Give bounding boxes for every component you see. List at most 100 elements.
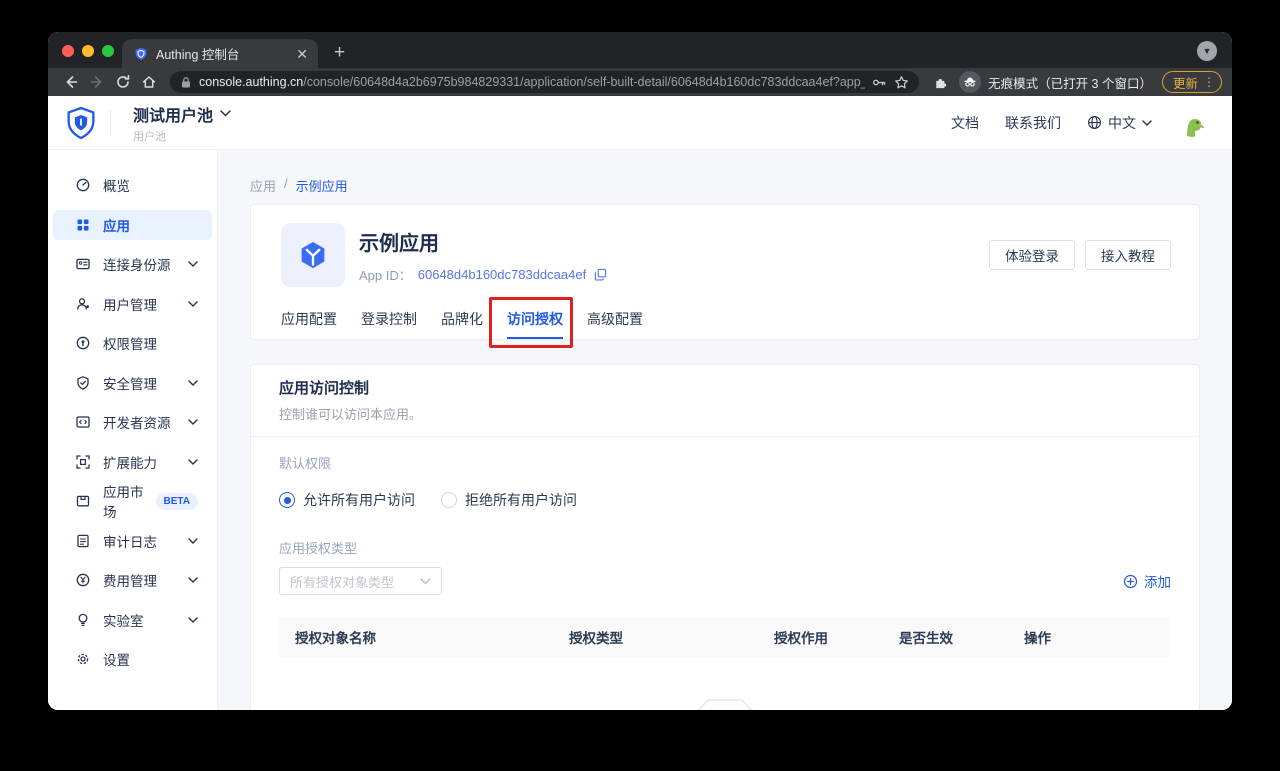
radio-selected-icon xyxy=(279,492,295,508)
integration-tutorial-button[interactable]: 接入教程 xyxy=(1085,240,1171,270)
tab-access-authorization[interactable]: 访问授权 xyxy=(507,299,563,339)
sidebar-item-label: 费用管理 xyxy=(103,570,157,590)
sidebar-item-settings[interactable]: 设置 xyxy=(53,644,212,674)
extensions-icon[interactable] xyxy=(927,70,953,94)
sidebar-item-permissions[interactable]: 权限管理 xyxy=(53,328,212,358)
copy-icon[interactable] xyxy=(594,268,607,281)
auth-type-label: 应用授权类型 xyxy=(279,538,1171,557)
url-text: console.authing.cn/console/60648d4a2b697… xyxy=(199,75,865,89)
bookmark-star-icon[interactable] xyxy=(894,75,909,90)
section-subtitle: 控制谁可以访问本应用。 xyxy=(279,406,1171,424)
back-icon[interactable] xyxy=(58,70,84,94)
sidebar-item-label: 用户管理 xyxy=(103,294,157,314)
reload-icon[interactable] xyxy=(110,70,136,94)
sidebar-item-overview[interactable]: 概览 xyxy=(53,170,212,200)
sidebar-item-extensions[interactable]: 扩展能力 xyxy=(53,447,212,477)
chevron-down-icon xyxy=(188,380,198,386)
sidebar-item-label: 连接身份源 xyxy=(103,254,171,274)
sidebar-item-user-management[interactable]: 用户管理 xyxy=(53,289,212,319)
sidebar-item-applications[interactable]: 应用 xyxy=(53,210,212,240)
browser-menu-dots-icon[interactable]: ⋮ xyxy=(1203,75,1215,89)
chevron-down-icon xyxy=(188,419,198,425)
access-control-card: 应用访问控制 控制谁可以访问本应用。 默认权限 允许所有用户访问 拒绝所有用户访… xyxy=(250,364,1200,710)
add-authorization-link[interactable]: 添加 xyxy=(1123,571,1171,591)
radio-deny-all-users[interactable]: 拒绝所有用户访问 xyxy=(441,490,577,510)
forward-icon[interactable] xyxy=(84,70,110,94)
minimize-window-button[interactable] xyxy=(82,45,94,57)
gauge-icon xyxy=(75,177,91,193)
lock-icon xyxy=(180,76,192,89)
select-placeholder: 所有授权对象类型 xyxy=(290,572,394,591)
tab-branding[interactable]: 品牌化 xyxy=(441,299,483,339)
radio-unselected-icon xyxy=(441,492,457,508)
sidebar-item-audit-logs[interactable]: 审计日志 xyxy=(53,526,212,556)
box-icon xyxy=(75,493,91,509)
sidebar-item-app-market[interactable]: 应用市场 BETA xyxy=(53,486,212,516)
user-avatar[interactable] xyxy=(1178,109,1206,137)
code-window-icon xyxy=(75,414,91,430)
tab-close-icon[interactable]: ✕ xyxy=(296,47,308,61)
close-window-button[interactable] xyxy=(62,45,74,57)
shield-check-icon xyxy=(75,375,91,391)
id-card-icon xyxy=(75,256,91,272)
language-label: 中文 xyxy=(1108,113,1136,133)
beta-badge: BETA xyxy=(156,493,198,510)
section-divider xyxy=(251,436,1199,437)
tab-search-button[interactable]: ▼ xyxy=(1197,41,1217,61)
authing-logo-icon xyxy=(66,106,96,140)
sidebar-item-security[interactable]: 安全管理 xyxy=(53,368,212,398)
tab-login-control[interactable]: 登录控制 xyxy=(361,299,417,339)
authorization-table-header: 授权对象名称 授权类型 授权作用 是否生效 操作 xyxy=(279,617,1171,657)
gear-icon xyxy=(75,651,91,667)
update-button[interactable]: 更新 ⋮ xyxy=(1162,71,1222,93)
chevron-down-icon xyxy=(188,538,198,544)
sidebar-item-identity-sources[interactable]: 连接身份源 xyxy=(53,249,212,279)
browser-tab-authing[interactable]: Authing 控制台 ✕ xyxy=(122,39,318,68)
authing-favicon-shield-icon xyxy=(134,47,148,61)
tab-app-config[interactable]: 应用配置 xyxy=(281,299,337,339)
chevron-down-icon xyxy=(188,261,198,267)
user-icon xyxy=(75,296,91,312)
add-label: 添加 xyxy=(1144,571,1171,591)
home-icon[interactable] xyxy=(136,70,162,94)
try-login-button[interactable]: 体验登录 xyxy=(989,240,1075,270)
sidebar-item-label: 安全管理 xyxy=(103,373,157,393)
workspace-switcher[interactable]: 测试用户池 用户池 xyxy=(133,102,231,144)
sidebar-item-label: 设置 xyxy=(103,649,130,669)
sidebar-item-billing[interactable]: 费用管理 xyxy=(53,565,212,595)
breadcrumb-separator: / xyxy=(284,176,288,192)
docs-link[interactable]: 文档 xyxy=(951,113,979,133)
radio-allow-all-users[interactable]: 允许所有用户访问 xyxy=(279,490,415,510)
sidebar-item-label: 开发者资源 xyxy=(103,412,171,432)
language-switcher[interactable]: 中文 xyxy=(1087,113,1152,133)
breadcrumb-section[interactable]: 应用 xyxy=(250,176,276,192)
apps-grid-icon xyxy=(75,217,91,233)
traffic-lights xyxy=(62,45,114,57)
chevron-down-icon xyxy=(220,110,231,117)
app-cube-icon xyxy=(281,223,345,287)
keyhole-icon xyxy=(75,335,91,351)
browser-tabstrip: Authing 控制台 ✕ + ▼ xyxy=(48,32,1232,68)
sidebar-item-developer-resources[interactable]: 开发者资源 xyxy=(53,407,212,437)
maximize-window-button[interactable] xyxy=(102,45,114,57)
selection-frame-icon xyxy=(75,454,91,470)
chevron-down-icon xyxy=(1142,120,1152,126)
address-bar[interactable]: console.authing.cn/console/60648d4a2b697… xyxy=(170,71,919,93)
tab-advanced-config[interactable]: 高级配置 xyxy=(587,299,643,339)
radio-allow-label: 允许所有用户访问 xyxy=(303,490,415,510)
incognito-status-text: 无痕模式（已打开 3 个窗口） xyxy=(988,73,1152,92)
sidebar-item-label: 审计日志 xyxy=(103,531,157,551)
workspace-type-label: 用户池 xyxy=(133,128,231,144)
new-tab-button[interactable]: + xyxy=(334,42,345,64)
auth-type-select[interactable]: 所有授权对象类型 xyxy=(279,567,442,595)
key-icon[interactable] xyxy=(872,75,887,90)
incognito-icon xyxy=(959,71,981,93)
sidebar-item-label: 应用 xyxy=(103,215,130,235)
chevron-down-icon xyxy=(188,577,198,583)
tab-title: Authing 控制台 xyxy=(156,44,288,63)
column-header-effective: 是否生效 xyxy=(899,627,1024,647)
chevron-down-icon xyxy=(188,301,198,307)
sidebar-item-lab[interactable]: 实验室 xyxy=(53,605,212,635)
contact-link[interactable]: 联系我们 xyxy=(1005,113,1061,133)
breadcrumb-current[interactable]: 示例应用 xyxy=(296,176,348,192)
